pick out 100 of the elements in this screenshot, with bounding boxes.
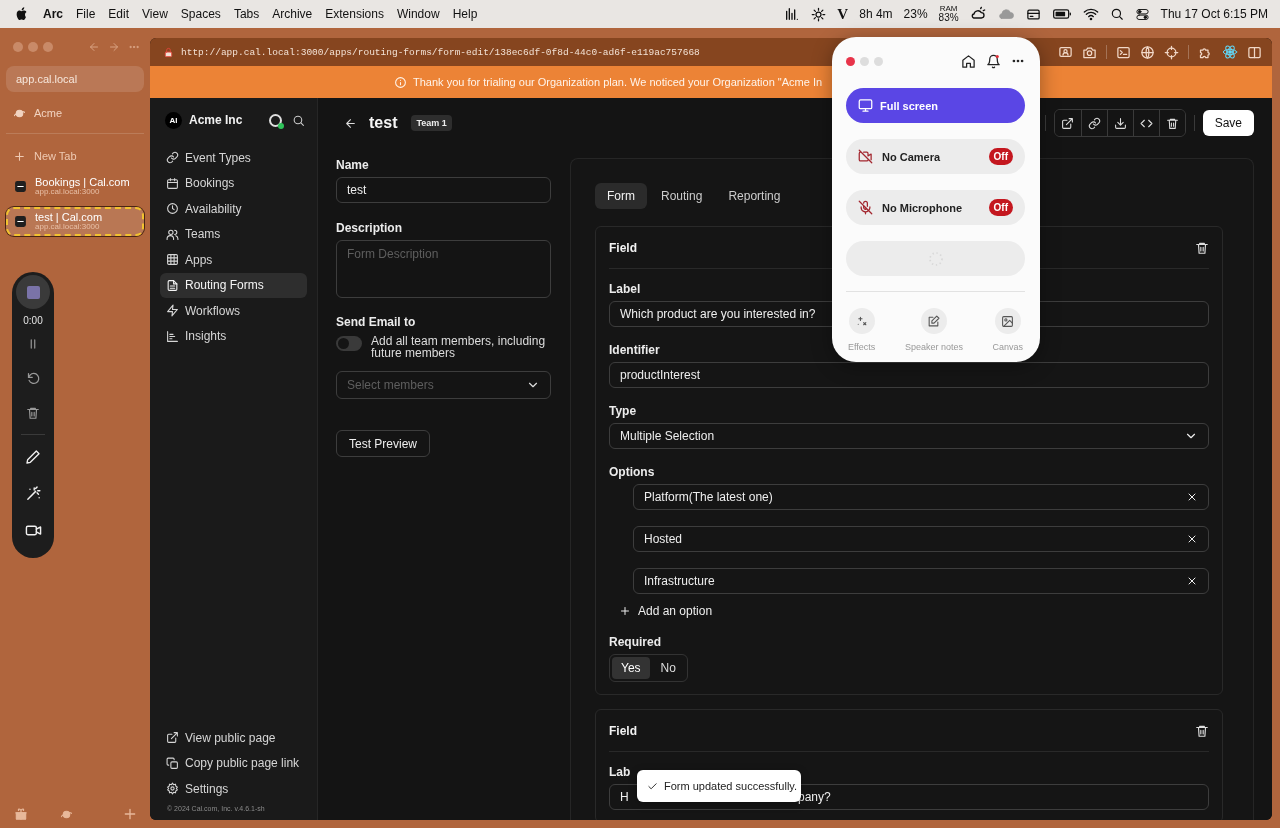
toolbar-button[interactable] (1158, 110, 1185, 136)
nav-item[interactable]: Insights (160, 323, 307, 349)
grid-icon (166, 253, 179, 266)
option-field[interactable]: Hosted (633, 526, 1209, 552)
menu-item[interactable]: Archive (272, 7, 313, 21)
battery-time[interactable]: 8h 4m (859, 7, 893, 21)
org-avatar[interactable]: AI (165, 111, 182, 129)
document-icon (166, 278, 179, 292)
atom-icon[interactable] (1222, 44, 1238, 60)
segment-option[interactable]: No (651, 657, 685, 679)
menu-item[interactable]: Window (396, 7, 440, 21)
calendar-icon (166, 176, 179, 190)
pen-icon[interactable] (25, 449, 41, 465)
close-control[interactable] (846, 56, 855, 66)
menu-item[interactable]: View (142, 7, 168, 21)
restart-icon[interactable] (25, 371, 41, 386)
home-icon[interactable] (961, 53, 976, 69)
status-badge: Off (988, 148, 1013, 165)
stop-button[interactable] (16, 275, 50, 309)
menu-item[interactable]: Extensions (325, 7, 384, 21)
wand-icon[interactable] (24, 485, 42, 502)
field-label: Type (609, 404, 637, 418)
menu-item[interactable]: File (76, 7, 96, 21)
settings-icon (166, 782, 179, 795)
card-title: Field (609, 723, 637, 738)
card-icon[interactable] (1025, 6, 1041, 22)
device-button[interactable]: No Microphone Off (846, 190, 1025, 225)
crosshair-icon[interactable] (1164, 44, 1179, 60)
status-badge: Off (988, 199, 1013, 216)
remove-icon[interactable] (1186, 491, 1198, 503)
status-menu-item[interactable]: V (837, 5, 849, 23)
segment-option[interactable]: Yes (612, 657, 650, 679)
globe-icon[interactable] (1140, 44, 1155, 60)
menu-item[interactable]: Edit (108, 7, 130, 21)
sidebar-tab[interactable]: test | Cal.com app.cal.local:3000 (6, 206, 144, 236)
bar-chart-icon[interactable] (784, 6, 801, 22)
nav-item[interactable]: Routing Forms (160, 272, 307, 298)
sidebar-icon[interactable] (1247, 44, 1262, 60)
user-avatar[interactable] (269, 113, 282, 127)
name-field[interactable]: test (336, 177, 551, 203)
external-link-icon (166, 731, 179, 744)
trash-icon[interactable] (1195, 723, 1209, 738)
text-field[interactable]: productInterest (609, 362, 1209, 388)
monitor-icon (858, 98, 873, 113)
edit-icon (927, 314, 941, 328)
nav-link[interactable]: Copy public page link (160, 750, 307, 776)
nav-item[interactable]: Apps (160, 247, 307, 272)
screen-share-icon[interactable] (1058, 44, 1073, 60)
trash-icon[interactable] (1195, 240, 1209, 255)
search-icon[interactable] (1109, 7, 1124, 21)
nav-link[interactable]: View public page (160, 725, 307, 750)
field-label: Options (609, 465, 655, 479)
ram-value[interactable]: 83% (938, 13, 959, 23)
org-name[interactable]: Acme Inc (189, 113, 243, 127)
sidebar-tab[interactable]: Bookings | Cal.com app.cal.local:3000 (6, 172, 144, 201)
menu-item[interactable]: Spaces (180, 7, 221, 21)
tab[interactable]: Routing (649, 183, 715, 209)
tab[interactable]: Reporting (716, 183, 793, 209)
tab[interactable]: Form (595, 183, 647, 209)
search-icon[interactable] (292, 113, 305, 127)
toggle-switch[interactable] (336, 336, 362, 351)
info-icon (394, 75, 407, 89)
full-screen-button[interactable]: Full screen (846, 88, 1025, 123)
device-button[interactable]: No Camera Off (846, 139, 1025, 174)
team-badge: Team 1 (411, 115, 452, 131)
option-field[interactable]: Platform(The latest one) (633, 484, 1209, 510)
option-field[interactable]: Infrastructure (633, 568, 1209, 594)
wifi-icon[interactable] (1082, 6, 1099, 22)
ram-label: RAM (939, 5, 958, 13)
users-icon (166, 227, 179, 241)
clock-icon (166, 202, 179, 215)
sparkles-icon (855, 314, 869, 328)
nav-item[interactable]: Availability (160, 196, 307, 221)
sun-icon[interactable] (811, 6, 827, 22)
add-option-button[interactable]: Add an option (609, 601, 719, 621)
test-preview-button[interactable]: Test Preview (336, 430, 431, 457)
page-title: test (369, 114, 398, 132)
remove-icon[interactable] (1186, 575, 1198, 587)
remove-icon[interactable] (1186, 533, 1198, 545)
weather-icon[interactable] (969, 6, 986, 22)
menu-item[interactable]: Help (452, 7, 478, 21)
save-button[interactable]: Save (1202, 110, 1254, 136)
nav-item[interactable]: Teams (160, 221, 307, 247)
trash-icon[interactable] (26, 406, 40, 420)
address-bar[interactable]: http://app.cal.local:3000/apps/routing-forms/form-edit/138ec6df-0f8d-44c0-ad6f-e119ac757668 (181, 46, 700, 58)
type-select[interactable]: Multiple Selection (609, 423, 1209, 449)
control-center-icon[interactable] (1134, 6, 1150, 22)
external-link-icon (1061, 116, 1075, 130)
nav-item[interactable]: Bookings (160, 170, 307, 196)
nav-link[interactable]: Settings (160, 776, 307, 801)
nav-item[interactable]: Workflows (160, 298, 307, 323)
bell-icon[interactable] (986, 53, 1001, 69)
app-menu[interactable]: Arc (43, 7, 63, 21)
terminal-icon[interactable] (1116, 44, 1131, 60)
app-icon (14, 179, 27, 193)
menu-item[interactable]: Tabs (233, 7, 260, 21)
camera-icon[interactable] (1082, 44, 1097, 60)
nav-item[interactable]: Event Types (160, 145, 307, 170)
clock[interactable]: Thu 17 Oct 6:15 PM (1160, 7, 1268, 21)
cpu-usage[interactable]: 23% (903, 7, 928, 21)
